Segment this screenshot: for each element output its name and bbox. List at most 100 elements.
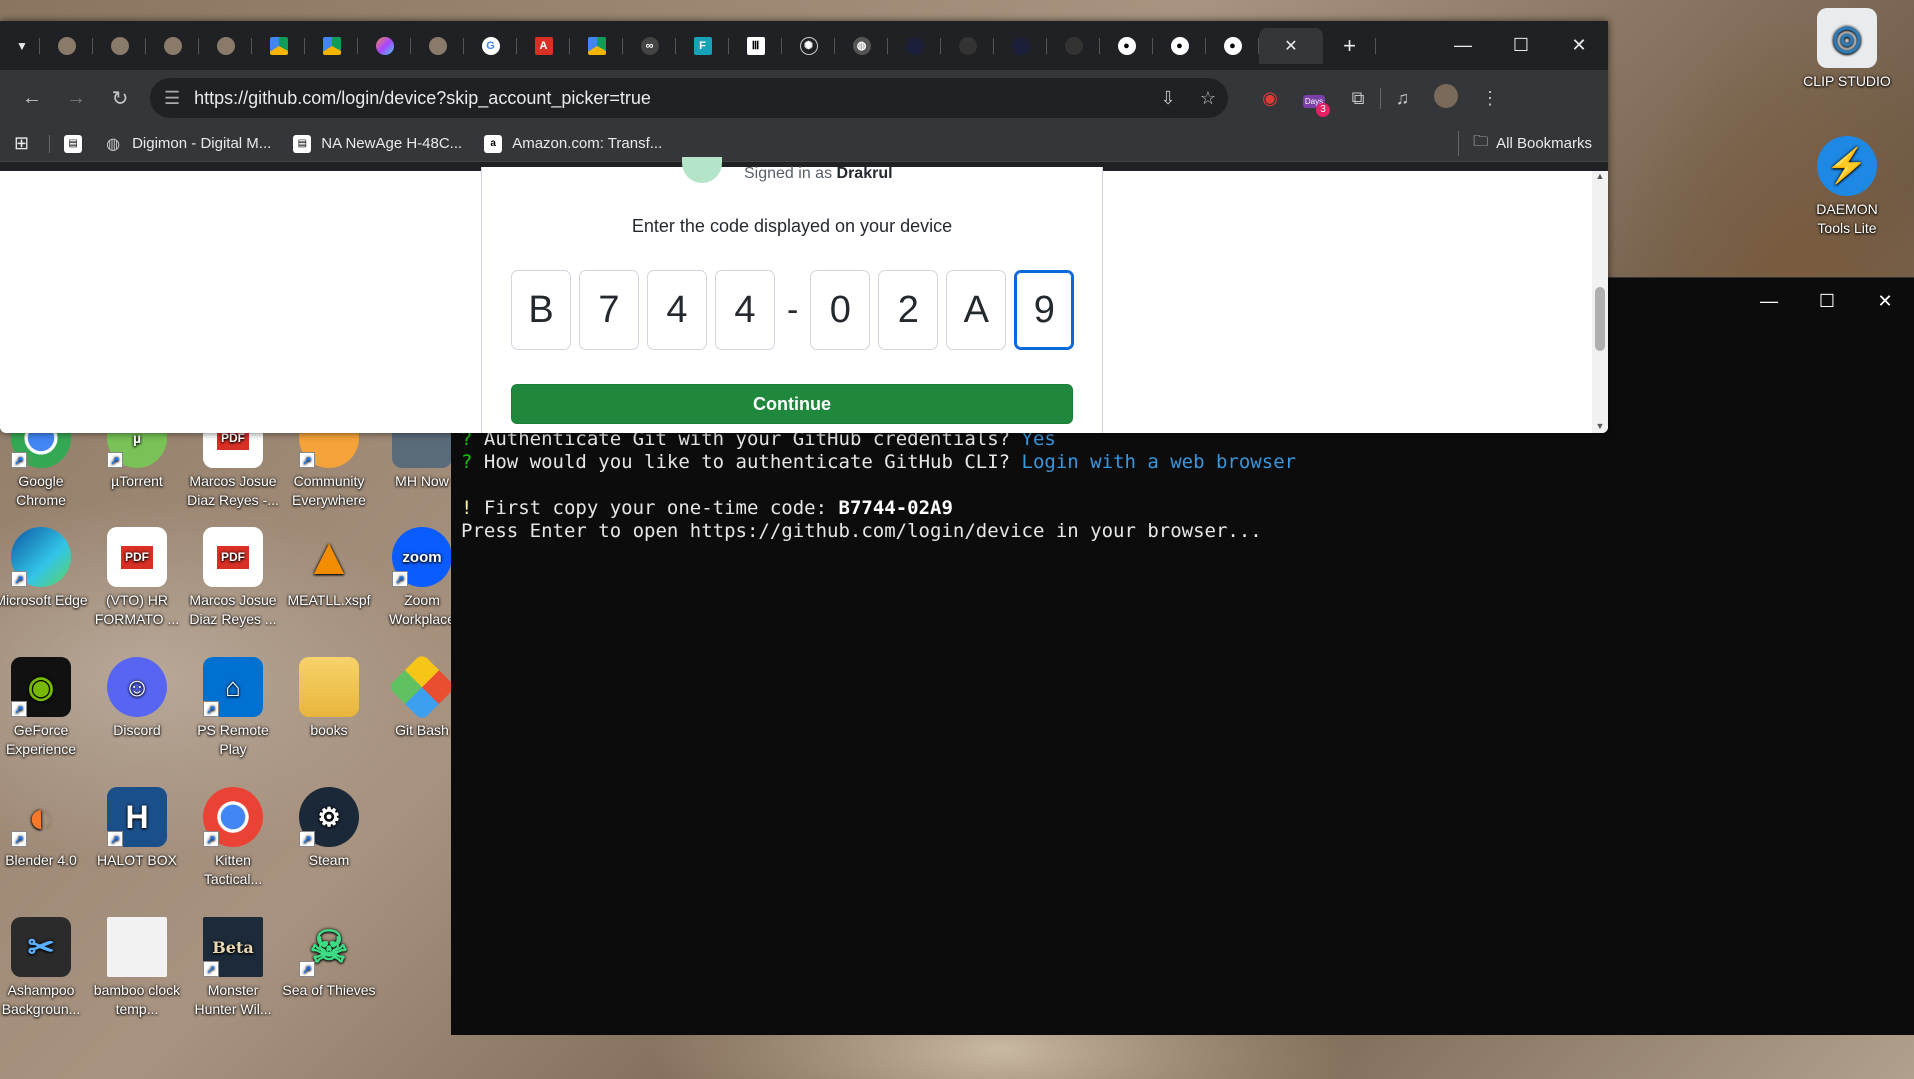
forward-icon[interactable]: → bbox=[54, 87, 98, 110]
tab[interactable]: ✺ bbox=[782, 28, 835, 64]
code-input-2[interactable]: 7 bbox=[579, 270, 639, 350]
close-icon[interactable]: ✕ bbox=[1856, 291, 1914, 312]
desktop-icon-pdf-2[interactable]: PDF Marcos Josue Diaz Reyes ... bbox=[186, 527, 280, 629]
maximize-icon[interactable]: ☐ bbox=[1492, 35, 1550, 56]
address-bar[interactable]: ☰ https://github.com/login/device?skip_a… bbox=[150, 78, 1228, 118]
tab-search-button[interactable]: ▼ bbox=[4, 28, 40, 64]
close-icon[interactable]: ✕ bbox=[1550, 35, 1608, 56]
tab-active[interactable]: ✕ bbox=[1259, 27, 1323, 64]
tab[interactable] bbox=[358, 28, 411, 64]
extension-record-icon[interactable]: ◉ bbox=[1248, 88, 1292, 109]
apps-grid-icon[interactable]: ⊞ bbox=[14, 133, 29, 154]
tab[interactable]: ● bbox=[1206, 28, 1259, 64]
code-input-8[interactable]: 9 bbox=[1014, 270, 1075, 350]
globe-icon: ◍ bbox=[852, 36, 871, 55]
all-bookmarks-button[interactable]: 🗀 All Bookmarks bbox=[1458, 131, 1592, 156]
continue-button[interactable]: Continue bbox=[511, 384, 1073, 424]
bookmark-star-icon[interactable]: ☆ bbox=[1188, 88, 1228, 109]
back-icon[interactable]: ← bbox=[10, 87, 54, 110]
desktop-icon-label: Steam bbox=[308, 852, 350, 868]
tab[interactable] bbox=[93, 28, 146, 64]
url-text[interactable]: https://github.com/login/device?skip_acc… bbox=[194, 88, 1148, 109]
tab[interactable] bbox=[570, 28, 623, 64]
bookmark-item[interactable]: a Amazon.com: Transf... bbox=[484, 134, 662, 153]
desktop-icon-steam[interactable]: ⚙ ↗ Steam bbox=[282, 787, 376, 870]
desktop-icon-books[interactable]: books bbox=[282, 657, 376, 740]
tab[interactable] bbox=[199, 28, 252, 64]
page-scrollbar[interactable]: ▲ ▼ bbox=[1592, 171, 1608, 433]
code-input-1[interactable]: B bbox=[511, 270, 571, 350]
tab[interactable]: Ⅲ bbox=[729, 28, 782, 64]
desktop-icon-label: GeForce Experience bbox=[5, 722, 77, 757]
tab[interactable]: ∞ bbox=[623, 28, 676, 64]
tab[interactable]: ◍ bbox=[835, 28, 888, 64]
extension-days-icon[interactable]: Days 3 bbox=[1292, 88, 1336, 117]
code-input-7[interactable]: A bbox=[946, 270, 1007, 350]
tab[interactable] bbox=[40, 28, 93, 64]
scroll-up-icon[interactable]: ▲ bbox=[1592, 171, 1608, 181]
desktop-icon-geforce[interactable]: ◉ ↗ GeForce Experience bbox=[0, 657, 88, 759]
geforce-icon: ◉ ↗ bbox=[11, 657, 71, 717]
desktop-icon-blender[interactable]: ◐ ↗ Blender 4.0 bbox=[0, 787, 88, 870]
desktop-icon-vto-hr[interactable]: PDF (VTO) HR FORMATO ... bbox=[90, 527, 184, 629]
desktop-icon-ashampoo[interactable]: ✂ Ashampoo Backgroun... bbox=[0, 917, 88, 1019]
scroll-down-icon[interactable]: ▼ bbox=[1592, 421, 1608, 431]
desktop-icon-meatll[interactable]: ▲ MEATLL.xspf bbox=[282, 527, 376, 610]
tab[interactable] bbox=[994, 28, 1047, 64]
desktop-icon-sea-of-thieves[interactable]: ☠ ↗ Sea of Thieves bbox=[282, 917, 376, 1000]
browser-window[interactable]: ▼ G A ∞ F Ⅲ ✺ ◍ ● ● ● ✕ + — ☐ ✕ ← → ↻ ☰ … bbox=[0, 21, 1608, 433]
bookmark-safari[interactable]: ▤ bbox=[49, 134, 83, 153]
media-controls-icon[interactable]: ♫ bbox=[1380, 87, 1424, 109]
openai-icon: ✺ bbox=[799, 36, 818, 55]
profile-avatar[interactable] bbox=[1424, 83, 1468, 113]
desktop-icon-halot-box[interactable]: H ↗ HALOT BOX bbox=[90, 787, 184, 870]
code-input-6[interactable]: 2 bbox=[878, 270, 939, 350]
menu-kebab-icon[interactable]: ⋮ bbox=[1468, 88, 1512, 109]
tab[interactable]: F bbox=[676, 28, 729, 64]
desktop-icon-clip-studio[interactable]: ◎ CLIP STUDIO bbox=[1800, 8, 1894, 91]
device-activation-card: Signed in as Drakrul Enter the code disp… bbox=[481, 157, 1103, 433]
pdf-icon: PDF bbox=[107, 527, 167, 587]
install-app-icon[interactable]: ⇩ bbox=[1148, 88, 1188, 109]
close-tab-icon[interactable]: ✕ bbox=[1284, 36, 1297, 56]
site-info-icon[interactable]: ☰ bbox=[164, 88, 180, 109]
terminal-text: First copy your one-time code: bbox=[472, 497, 839, 519]
new-tab-button[interactable]: + bbox=[1323, 28, 1376, 64]
avatar-favicon-icon bbox=[163, 36, 182, 55]
desktop-icon-ps-remote[interactable]: ⌂ ↗ PS Remote Play bbox=[186, 657, 280, 759]
code-input-4[interactable]: 4 bbox=[715, 270, 775, 350]
tab[interactable] bbox=[146, 28, 199, 64]
reload-icon[interactable]: ↻ bbox=[98, 86, 142, 111]
tab[interactable]: A bbox=[517, 28, 570, 64]
desktop-icon-bamboo-clock[interactable]: bamboo clock temp... bbox=[90, 917, 184, 1019]
tab[interactable] bbox=[941, 28, 994, 64]
extensions-puzzle-icon[interactable]: ⧉ bbox=[1336, 88, 1380, 109]
one-time-code: B7744-02A9 bbox=[838, 497, 953, 519]
tab[interactable]: G bbox=[464, 28, 517, 64]
google-icon: G bbox=[481, 36, 500, 55]
document-icon bbox=[107, 917, 167, 977]
desktop-icon-daemon-tools[interactable]: ⚡ DAEMON Tools Lite bbox=[1800, 136, 1894, 238]
desktop-icon-kitten-tactical[interactable]: ↗ Kitten Tactical... bbox=[186, 787, 280, 889]
maximize-icon[interactable]: ☐ bbox=[1798, 291, 1856, 312]
tab[interactable]: ● bbox=[1100, 28, 1153, 64]
desktop-icon-monster-hunter[interactable]: Beta ↗ Monster Hunter Wil... bbox=[186, 917, 280, 1019]
desktop-icon-label: PS Remote Play bbox=[197, 722, 269, 757]
tab[interactable]: ● bbox=[1153, 28, 1206, 64]
tab[interactable] bbox=[1047, 28, 1100, 64]
desktop-icon-discord[interactable]: ☺ Discord bbox=[90, 657, 184, 740]
code-input-3[interactable]: 4 bbox=[647, 270, 707, 350]
bookmark-item[interactable]: ▤ NA NewAge H-48C... bbox=[293, 134, 462, 153]
code-input-5[interactable]: 0 bbox=[810, 270, 871, 350]
bookmark-item[interactable]: ◍ Digimon - Digital M... bbox=[104, 135, 271, 153]
tab[interactable] bbox=[888, 28, 941, 64]
tab[interactable] bbox=[252, 28, 305, 64]
minimize-icon[interactable]: — bbox=[1740, 291, 1798, 312]
desktop-icon-microsoft-edge[interactable]: ↗ Microsoft Edge bbox=[0, 527, 88, 610]
minimize-icon[interactable]: — bbox=[1434, 35, 1492, 56]
extension-badge: 3 bbox=[1316, 102, 1330, 117]
code-separator: - bbox=[787, 290, 799, 329]
tab[interactable] bbox=[411, 28, 464, 64]
tab[interactable] bbox=[305, 28, 358, 64]
scrollbar-thumb[interactable] bbox=[1595, 287, 1605, 351]
